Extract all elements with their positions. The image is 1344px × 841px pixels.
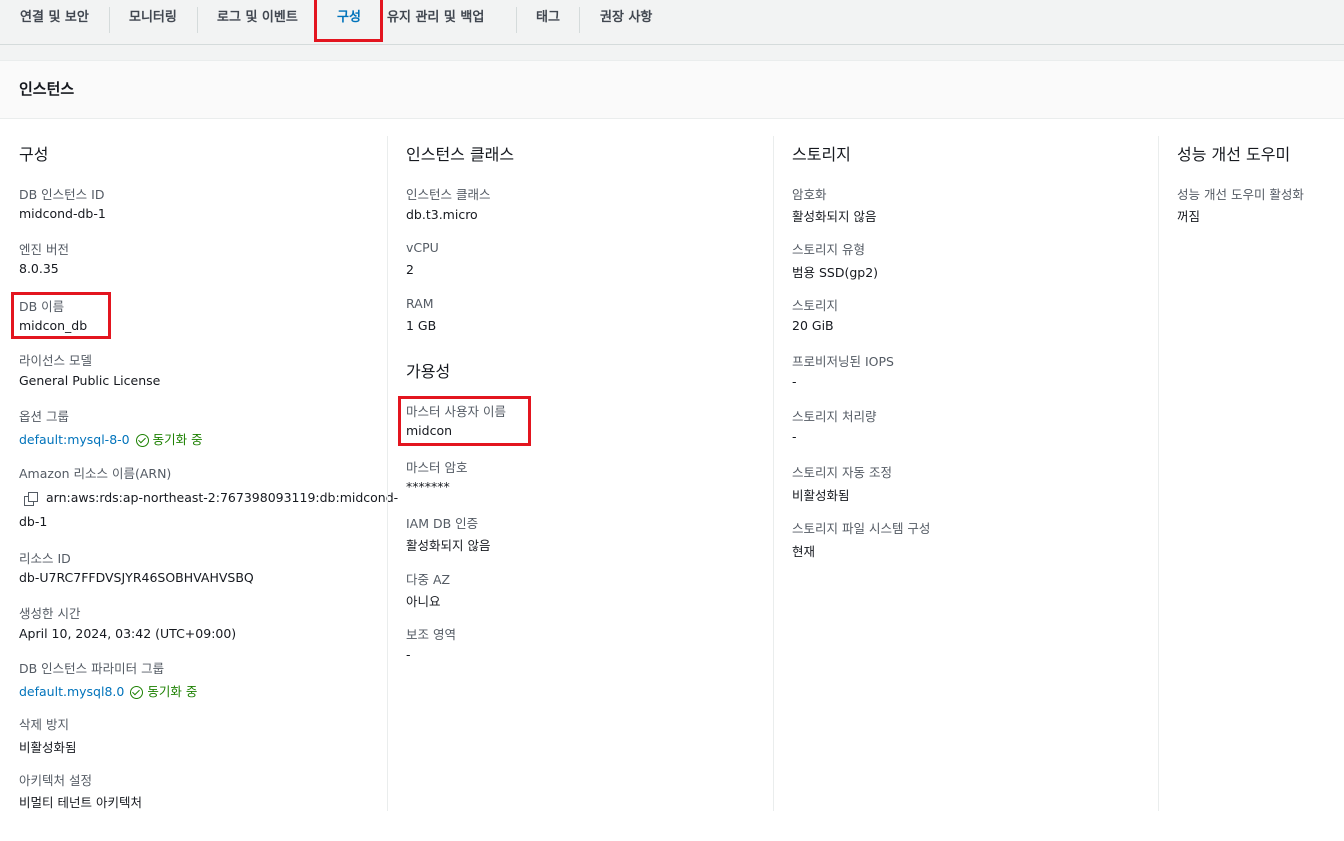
provisioned-iops-label: 프로비저닝된 IOPS xyxy=(792,354,894,369)
check-circle-icon xyxy=(130,686,144,699)
secondary-zone-value: - xyxy=(406,647,411,662)
instance-class-section-title: 인스턴스 클래스 xyxy=(406,145,515,164)
multi-az-label: 다중 AZ xyxy=(406,572,451,587)
autoscaling-value: 비활성화됨 xyxy=(792,488,850,503)
tab-tags[interactable]: 태그 xyxy=(536,0,560,35)
engine-version-label: 엔진 버전 xyxy=(19,242,69,257)
file-system-value: 현재 xyxy=(792,544,816,559)
parameter-group-label: DB 인스턴스 파라미터 그룹 xyxy=(19,661,165,676)
parameter-group-link[interactable]: default.mysql8.0 xyxy=(19,684,124,699)
master-username-value: midcon xyxy=(406,423,453,438)
storage-value: 20 GiB xyxy=(792,318,834,333)
parameter-group-row: default.mysql8.0 동기화 중 xyxy=(19,681,197,700)
engine-version-value: 8.0.35 xyxy=(19,261,59,276)
option-group-label: 옵션 그룹 xyxy=(19,409,69,424)
vcpu-value: 2 xyxy=(406,262,414,277)
resource-id-label: 리소스 ID xyxy=(19,551,71,566)
arn-value-line1: arn:aws:rds:ap-northeast-2:767398093119:… xyxy=(46,490,399,505)
copy-icon[interactable] xyxy=(24,492,38,506)
architecture-label: 아키텍처 설정 xyxy=(19,773,92,788)
master-username-label: 마스터 사용자 이름 xyxy=(406,404,506,419)
encryption-value: 활성화되지 않음 xyxy=(792,209,877,224)
column-divider xyxy=(1158,136,1159,811)
tab-logs-events[interactable]: 로그 및 이벤트 xyxy=(217,0,298,35)
arn-label: Amazon 리소스 이름(ARN) xyxy=(19,466,172,481)
performance-enabled-label: 성능 개선 도우미 활성화 xyxy=(1177,187,1304,202)
arn-value-line2: db-1 xyxy=(19,514,48,529)
performance-enabled-value: 꺼짐 xyxy=(1177,209,1201,224)
tab-divider xyxy=(516,7,517,33)
storage-type-value: 범용 SSD(gp2) xyxy=(792,265,879,280)
instance-class-value: db.t3.micro xyxy=(406,207,478,222)
option-group-status: 동기화 중 xyxy=(152,432,203,447)
autoscaling-label: 스토리지 자동 조정 xyxy=(792,465,892,480)
storage-type-label: 스토리지 유형 xyxy=(792,242,865,257)
availability-section-title: 가용성 xyxy=(406,362,451,381)
license-model-value: General Public License xyxy=(19,373,161,388)
master-password-value: ******* xyxy=(406,479,450,494)
db-instance-id-value: midcond-db-1 xyxy=(19,206,106,221)
tab-divider xyxy=(109,7,110,33)
tab-connectivity-security[interactable]: 연결 및 보안 xyxy=(20,0,89,35)
ram-value: 1 GB xyxy=(406,318,437,333)
instance-panel: 인스턴스 구성 DB 인스턴스 ID midcond-db-1 엔진 버전 8.… xyxy=(0,60,1344,841)
architecture-value: 비멀티 테넌트 아키텍처 xyxy=(19,795,142,810)
config-section-title: 구성 xyxy=(19,145,49,164)
column-divider xyxy=(387,136,388,811)
db-instance-id-label: DB 인스턴스 ID xyxy=(19,187,105,202)
performance-section-title: 성능 개선 도우미 xyxy=(1177,145,1291,164)
tab-recommendations[interactable]: 권장 사항 xyxy=(600,0,652,35)
storage-label: 스토리지 xyxy=(792,298,839,313)
tab-maintenance-backup[interactable]: 유지 관리 및 백업 xyxy=(387,0,484,35)
master-password-label: 마스터 암호 xyxy=(406,460,468,475)
tab-monitoring[interactable]: 모니터링 xyxy=(129,0,177,35)
panel-header: 인스턴스 xyxy=(0,61,1344,119)
created-time-value: April 10, 2024, 03:42 (UTC+09:00) xyxy=(19,626,237,641)
throughput-value: - xyxy=(792,429,797,444)
created-time-label: 생성한 시간 xyxy=(19,606,81,621)
deletion-protection-label: 삭제 방지 xyxy=(19,717,69,732)
tab-bar: 연결 및 보안 모니터링 로그 및 이벤트 구성 유지 관리 및 백업 태그 권… xyxy=(0,0,1344,45)
file-system-label: 스토리지 파일 시스템 구성 xyxy=(792,521,931,536)
check-circle-icon xyxy=(135,434,149,447)
option-group-row: default:mysql-8-0 동기화 중 xyxy=(19,429,203,448)
deletion-protection-value: 비활성화됨 xyxy=(19,740,77,755)
vcpu-label: vCPU xyxy=(406,240,439,255)
provisioned-iops-value: - xyxy=(792,374,797,389)
tab-configuration[interactable]: 구성 xyxy=(337,0,361,35)
encryption-label: 암호화 xyxy=(792,187,827,202)
iam-auth-label: IAM DB 인증 xyxy=(406,516,479,531)
option-group-link[interactable]: default:mysql-8-0 xyxy=(19,432,130,447)
column-divider xyxy=(773,136,774,811)
license-model-label: 라이선스 모델 xyxy=(19,353,92,368)
throughput-label: 스토리지 처리량 xyxy=(792,409,877,424)
instance-class-label: 인스턴스 클래스 xyxy=(406,187,491,202)
parameter-group-status: 동기화 중 xyxy=(147,684,198,699)
resource-id-value: db-U7RC7FFDVSJYR46SOBHVAHVSBQ xyxy=(19,570,254,585)
tab-divider xyxy=(579,7,580,33)
secondary-zone-label: 보조 영역 xyxy=(406,627,456,642)
db-name-value: midcon_db xyxy=(19,318,88,333)
multi-az-value: 아니요 xyxy=(406,594,441,609)
iam-auth-value: 활성화되지 않음 xyxy=(406,538,491,553)
storage-section-title: 스토리지 xyxy=(792,145,851,164)
tab-divider xyxy=(197,7,198,33)
ram-label: RAM xyxy=(406,296,434,311)
db-name-label: DB 이름 xyxy=(19,299,65,314)
panel-title: 인스턴스 xyxy=(19,80,75,98)
